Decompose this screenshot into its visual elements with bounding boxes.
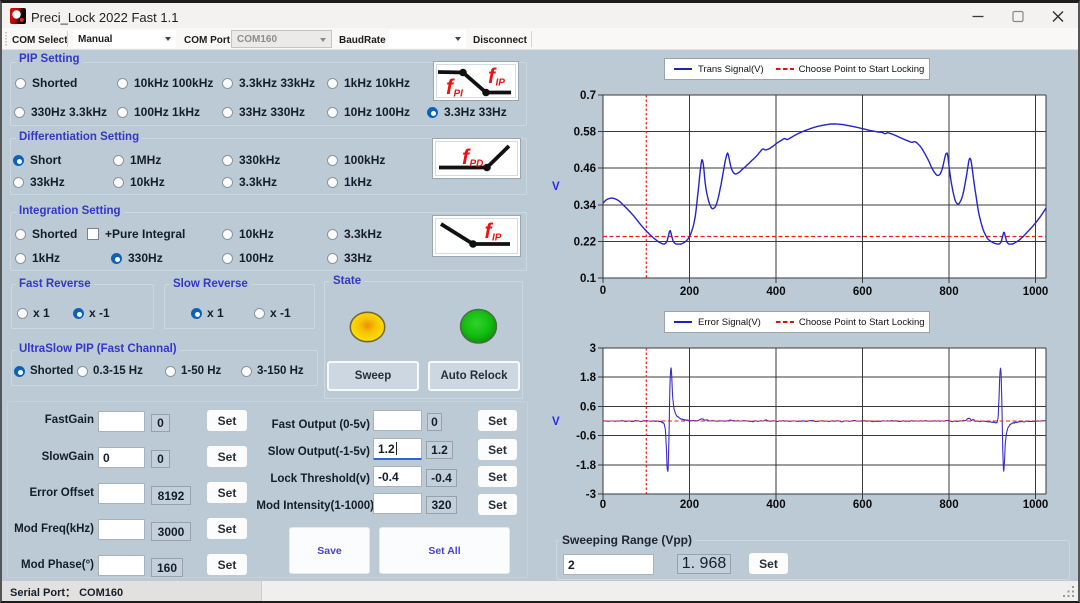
- svg-text:200: 200: [680, 499, 699, 511]
- svg-text:400: 400: [766, 499, 785, 511]
- svg-text:-0.6: -0.6: [576, 431, 596, 443]
- svg-text:0.34: 0.34: [574, 200, 597, 212]
- svg-text:400: 400: [766, 286, 785, 298]
- svg-text:200: 200: [680, 286, 699, 298]
- svg-text:0.6: 0.6: [580, 401, 596, 413]
- svg-text:V: V: [552, 416, 560, 428]
- svg-text:800: 800: [939, 499, 958, 511]
- svg-text:V: V: [552, 181, 560, 193]
- svg-text:3: 3: [590, 343, 596, 355]
- svg-text:600: 600: [853, 286, 872, 298]
- svg-text:1000: 1000: [1023, 499, 1049, 511]
- svg-text:0.58: 0.58: [574, 127, 597, 139]
- svg-text:0: 0: [600, 285, 606, 297]
- svg-text:-1.8: -1.8: [576, 460, 596, 472]
- svg-text:600: 600: [853, 499, 872, 511]
- svg-text:800: 800: [939, 286, 958, 298]
- svg-text:IP: IP: [492, 233, 502, 244]
- svg-text:0.7: 0.7: [580, 90, 596, 102]
- svg-text:1000: 1000: [1023, 286, 1049, 298]
- svg-text:PI: PI: [454, 89, 464, 100]
- svg-text:-3: -3: [586, 489, 596, 501]
- svg-text:0.1: 0.1: [580, 273, 597, 285]
- svg-text:PD: PD: [470, 159, 484, 170]
- svg-text:0.46: 0.46: [574, 163, 596, 175]
- svg-text:IP: IP: [496, 78, 506, 89]
- svg-text:0.22: 0.22: [574, 236, 596, 248]
- svg-text:1.8: 1.8: [580, 372, 597, 384]
- svg-text:0: 0: [600, 499, 606, 511]
